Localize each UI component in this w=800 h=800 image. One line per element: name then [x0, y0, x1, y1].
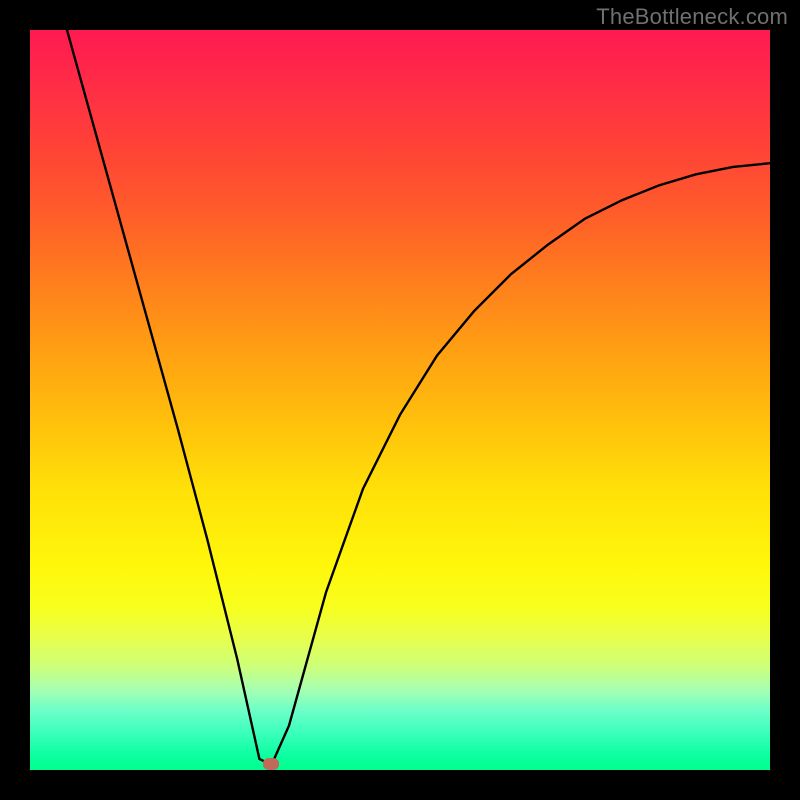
- watermark-label: TheBottleneck.com: [596, 4, 788, 30]
- curve-layer: [30, 30, 770, 770]
- chart-frame: TheBottleneck.com: [0, 0, 800, 800]
- marker-dot: [263, 758, 279, 770]
- plot-area: [30, 30, 770, 770]
- curve-path: [67, 30, 770, 763]
